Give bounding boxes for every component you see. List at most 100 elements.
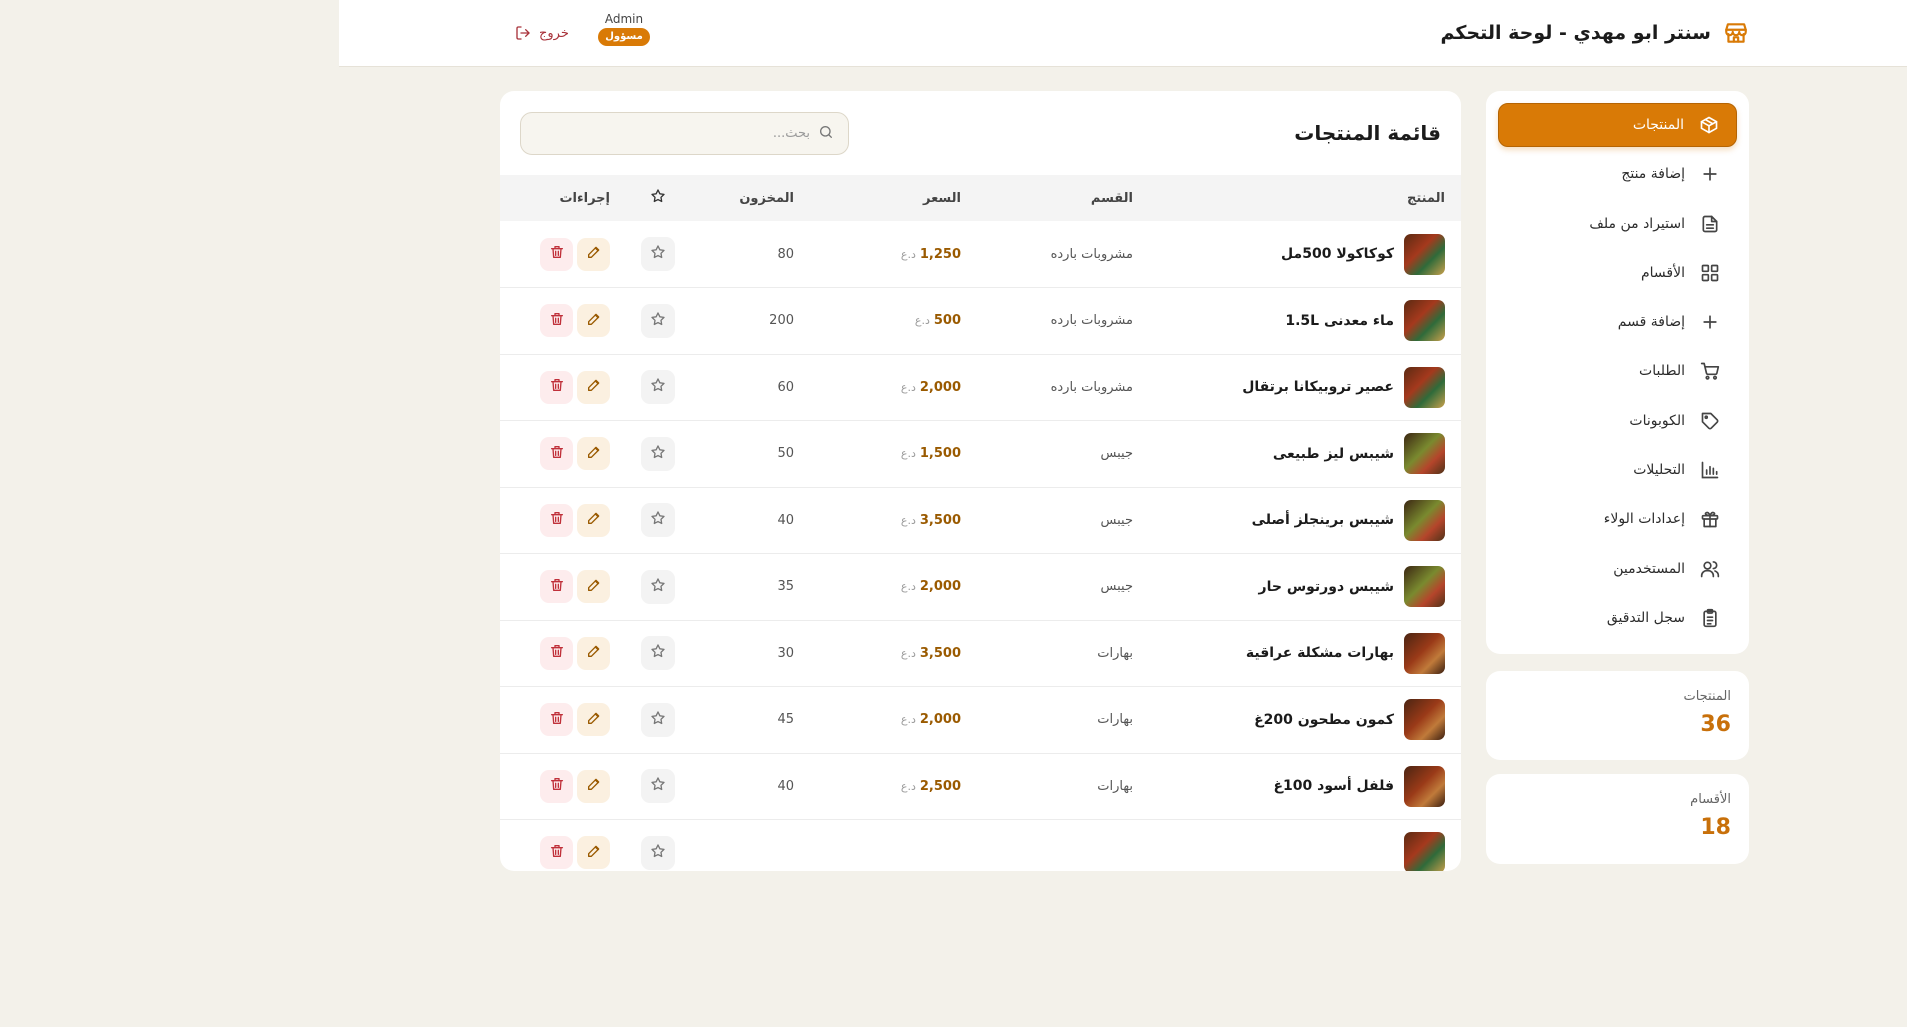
edit-button[interactable] [577,304,610,338]
trash-icon [549,377,565,397]
featured-toggle-button[interactable] [641,237,675,271]
product-thumbnail [1404,566,1445,608]
edit-button[interactable] [577,703,610,737]
table-row[interactable]: ماء معدنى 1.5L مشروبات بارده 500د.ع 200 [500,288,1461,354]
featured-toggle-button[interactable] [641,636,675,671]
product-stock: 45 [777,712,794,728]
price-currency: د.ع [900,646,916,660]
delete-button[interactable] [540,636,573,670]
trash-icon [549,311,565,331]
price-currency: د.ع [900,779,916,793]
product-cell: فلفل أسود 100غ [1149,765,1445,807]
column-header-product[interactable]: المنتج [1149,175,1461,221]
sidebar-item-add-product[interactable]: إضافة منتج [1498,152,1737,196]
star-icon [650,444,666,464]
featured-toggle-button[interactable] [641,370,675,405]
table-row[interactable]: فلفل أسود 100غ بهارات 2,500د.ع 40 [500,753,1461,820]
product-category: بهارات [1097,712,1133,728]
star-icon [650,776,666,796]
sidebar-item-loyalty[interactable]: إعدادات الولاء [1498,497,1737,541]
delete-button[interactable] [540,703,573,737]
users-icon [1699,558,1721,580]
sidebar-item-orders[interactable]: الطلبات [1498,349,1737,393]
pencil-icon [586,710,602,730]
sidebar-item-label: المنتجات [1632,117,1684,133]
panel-header: قائمة المنتجات [500,91,1461,175]
featured-toggle-button[interactable] [641,303,675,338]
table-row[interactable]: بهارات مشكلة عراقية بهارات 3,500د.ع 30 [500,620,1461,687]
edit-button[interactable] [577,836,610,870]
table-row[interactable]: شيبس برينجلز أصلى جيبس 3,500د.ع 40 [500,487,1461,554]
featured-toggle-button[interactable] [641,835,675,870]
featured-toggle-button[interactable] [641,436,675,471]
table-row[interactable]: عصير تروبيكانا برتقال مشروبات بارده 2,000د… [500,354,1461,421]
table-row[interactable]: كمون مطحون 200غ بهارات 2,000د.ع 45 [500,687,1461,753]
delete-button[interactable] [540,304,573,338]
table-row[interactable] [500,820,1461,871]
product-thumbnail [1404,699,1445,741]
product-thumbnail [1404,832,1445,871]
table-row[interactable]: شيبس ليز طبيعى جيبس 1,500د.ع 50 [500,421,1461,487]
product-name: شيبس برينجلز أصلى [1251,512,1394,529]
sidebar-item-coupons[interactable]: الكوبونات [1498,399,1737,443]
search-icon [818,124,834,144]
featured-toggle-button[interactable] [641,769,675,804]
edit-button[interactable] [577,769,610,803]
edit-button[interactable] [577,370,610,404]
product-category: بهارات [1097,645,1133,661]
product-category: مشروبات بارده [1050,313,1133,329]
pencil-icon [586,577,602,597]
featured-toggle-button[interactable] [641,503,675,538]
delete-button[interactable] [540,836,573,870]
sidebar-item-label: سجل التدقيق [1606,609,1685,626]
sidebar-item-users[interactable]: المستخدمين [1498,547,1737,591]
featured-toggle-button[interactable] [641,702,675,737]
edit-button[interactable] [577,237,610,271]
sidebar-item-label: إضافة قسم [1617,314,1685,331]
product-name: ماء معدنى 1.5L [1285,312,1394,329]
product-price: 1,500د.ع [901,446,961,461]
table-row[interactable]: كوكاكولا 500مل مشروبات بارده 1,250د.ع 80 [500,221,1461,288]
column-header-category[interactable]: القسم [977,175,1149,221]
product-category: جيبس [1100,579,1133,595]
edit-button[interactable] [577,437,610,471]
delete-button[interactable] [540,370,573,404]
product-name: كمون مطحون 200غ [1254,711,1394,728]
pencil-icon [586,510,602,530]
plus-icon [1699,311,1721,333]
plus-icon [1699,163,1721,185]
product-price: 2,000د.ع [901,712,961,727]
stat-card-products: المنتجات 36 [1486,671,1749,760]
pencil-icon [586,643,602,663]
sidebar-item-products[interactable]: المنتجات [1498,103,1737,147]
sidebar-item-audit-log[interactable]: سجل التدقيق [1498,596,1737,640]
trash-icon [549,843,565,863]
sidebar-item-import[interactable]: استيراد من ملف [1498,202,1737,246]
product-thumbnail [1404,233,1445,275]
edit-button[interactable] [577,570,610,604]
sidebar-item-analytics[interactable]: التحليلات [1498,448,1737,492]
row-actions [500,437,610,471]
sidebar-item-label: استيراد من ملف [1589,215,1685,232]
delete-button[interactable] [540,503,573,537]
sidebar-item-categories[interactable]: الأقسام [1498,251,1737,295]
stat-value: 36 [1700,712,1731,737]
column-header-price[interactable]: السعر [810,175,977,221]
product-category: مشروبات بارده [1050,379,1133,395]
column-header-stock[interactable]: المخزون [686,175,810,221]
delete-button[interactable] [540,437,573,471]
product-price: 3,500د.ع [901,646,961,661]
edit-button[interactable] [577,636,610,670]
delete-button[interactable] [540,570,573,604]
edit-button[interactable] [577,503,610,537]
sidebar-item-label: إضافة منتج [1621,166,1685,183]
featured-toggle-button[interactable] [641,569,675,604]
stat-value: 18 [1700,815,1731,840]
search-input[interactable] [535,126,810,141]
delete-button[interactable] [540,769,573,803]
table-row[interactable]: شيبس دورتوس حار جيبس 2,000د.ع 35 [500,554,1461,620]
sidebar-item-add-category[interactable]: إضافة قسم [1498,300,1737,344]
delete-button[interactable] [540,237,573,271]
price-value: 3,500 [919,512,961,528]
logout-button[interactable]: خروج [515,23,569,43]
